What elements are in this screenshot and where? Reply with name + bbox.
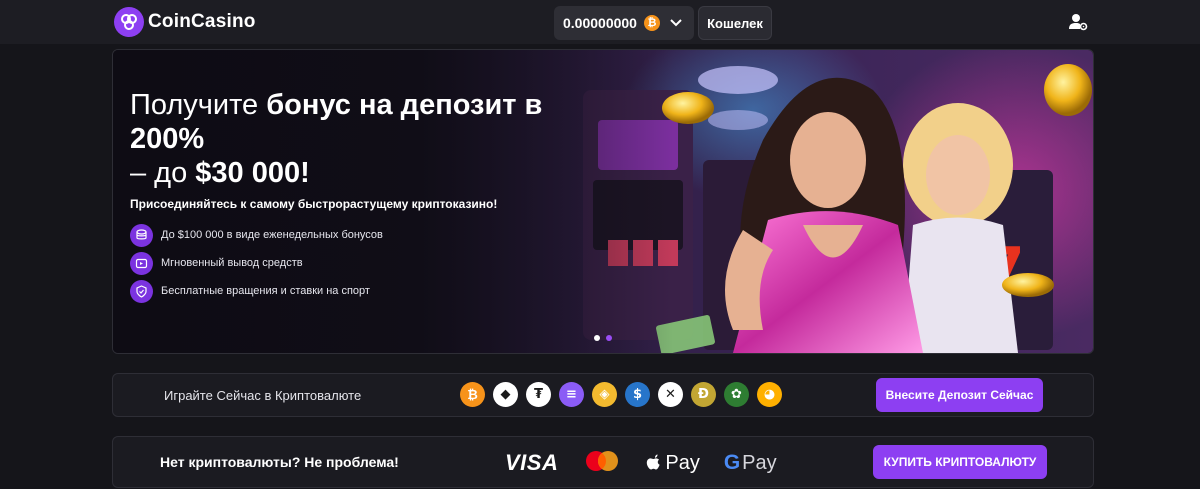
brand-logo[interactable]: CoinCasino [114, 7, 256, 37]
chevron-down-icon [670, 14, 682, 32]
balance-dropdown[interactable]: 0.00000000 ₿ [554, 6, 694, 40]
instant-withdraw-icon [130, 251, 153, 275]
apple-icon [647, 454, 660, 469]
hero-banner[interactable]: 7 Получите бонус на депозит в 200%– до $… [112, 49, 1094, 354]
top-navigation-bar: CoinCasino 0.00000000 ₿ Кошелек [0, 0, 1200, 44]
google-pay-logo: G Pay [724, 451, 777, 475]
mastercard-icon [584, 450, 620, 477]
tether-icon: ₮ [526, 382, 551, 407]
apple-pay-logo: Pay [646, 451, 700, 475]
xrp-icon: ✕ [658, 382, 683, 407]
carousel-dot-1[interactable] [594, 335, 600, 341]
visa-logo: VISA [505, 450, 559, 475]
usdc-icon: $ [625, 382, 650, 407]
buy-crypto-button[interactable]: КУПИТЬ КРИПТОВАЛЮТУ [873, 445, 1047, 479]
apple-pay-text: Pay [665, 451, 700, 474]
feature-text: Бесплатные вращения и ставки на спорт [161, 285, 370, 297]
dogecoin-icon: Ð [691, 382, 716, 407]
coins-icon [130, 223, 153, 247]
feature-text: До $100 000 в виде еженедельных бонусов [161, 229, 383, 241]
google-pay-text: Pay [742, 451, 777, 474]
shield-icon [130, 279, 153, 303]
crypto-coin-list: ₿ ◆ ₮ ≡ ◈ $ ✕ Ð ✿ ◕ [460, 382, 782, 407]
brand-name: CoinCasino [148, 11, 256, 32]
buy-crypto-label: Нет криптовалюты? Не проблема! [160, 454, 399, 470]
feature-free-spins: Бесплатные вращения и ставки на спорт [130, 279, 383, 303]
balance-amount: 0.00000000 [563, 15, 637, 31]
solana-icon: ≡ [559, 382, 584, 407]
ethereum-icon: ◆ [493, 382, 518, 407]
shiba-inu-icon: ◕ [757, 382, 782, 407]
feature-instant-withdraw: Мгновенный вывод средств [130, 251, 383, 275]
deposit-now-button[interactable]: Внесите Депозит Сейчас [876, 378, 1043, 412]
bitcoin-icon: ₿ [643, 15, 660, 31]
user-settings-icon[interactable] [1068, 12, 1088, 32]
hero-feature-list: До $100 000 в виде еженедельных бонусов … [130, 223, 383, 307]
wallet-button[interactable]: Кошелек [698, 6, 772, 40]
carousel-dot-2[interactable] [606, 335, 612, 341]
buy-crypto-strip: Нет криптовалюты? Не проблема! VISA Pay … [112, 436, 1094, 488]
coincasino-logo-icon [114, 7, 144, 37]
hero-subtitle: Присоединяйтесь к самому быстрорастущему… [130, 197, 498, 211]
hero-title: Получите бонус на депозит в 200% – до $30… [130, 89, 543, 189]
crypto-payment-strip: Играйте Сейчас в Криптовалюте ₿ ◆ ₮ ≡ ◈ $ ✕ Ð ✿ ◕… [112, 373, 1094, 417]
feature-text: Мгновенный вывод средств [161, 257, 303, 269]
google-g-icon: G [723, 451, 741, 474]
bitcoin-icon: ₿ [460, 382, 485, 407]
crypto-strip-label: Играйте Сейчас в Криптовалюте [164, 388, 362, 403]
bnb-icon: ◈ [592, 382, 617, 407]
carousel-pagination [594, 335, 612, 341]
feature-weekly-bonus: До $100 000 в виде еженедельных бонусов [130, 223, 383, 247]
payment-methods: VISA Pay G Pay [505, 449, 777, 477]
rose-token-icon: ✿ [724, 382, 749, 407]
